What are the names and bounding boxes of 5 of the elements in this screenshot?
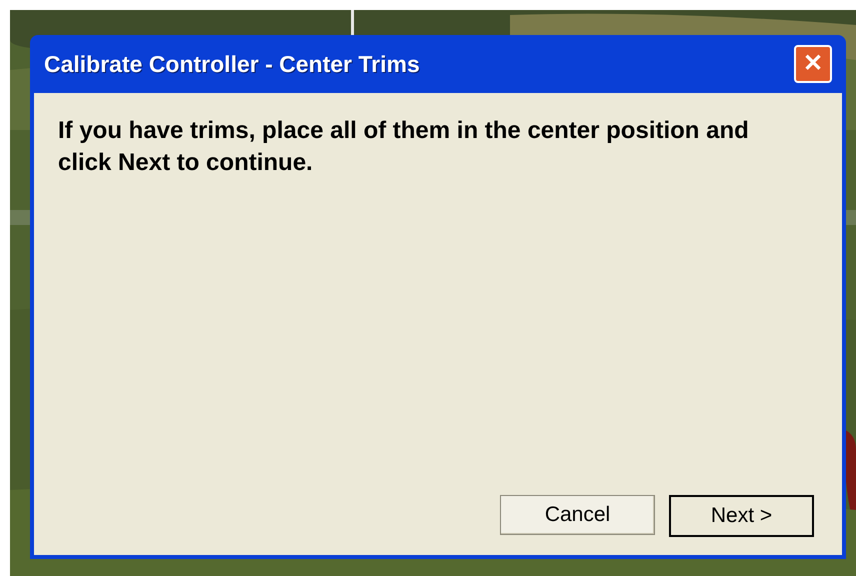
- dialog-button[interactable]: Next >: [669, 495, 814, 537]
- instruction-text: If you have trims, place all of them in the center position and click Next to continue.: [58, 116, 750, 178]
- close-button[interactable]: ✕: [794, 45, 832, 83]
- window-title: Calibrate Controller - Center Trims: [44, 50, 420, 79]
- dialog-button[interactable]: Cancel: [500, 495, 655, 535]
